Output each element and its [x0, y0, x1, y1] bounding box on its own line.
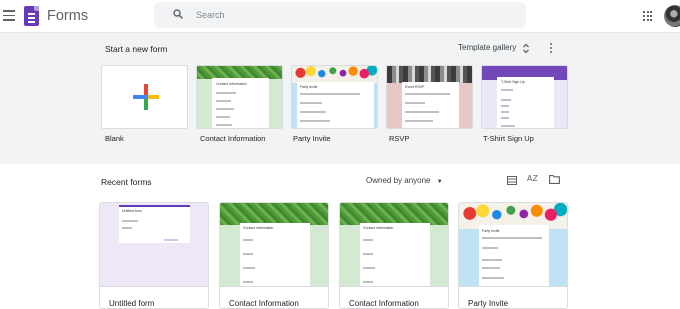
recent-form-card[interactable]: Untitled form Untitled form	[99, 202, 209, 309]
recent-form-title[interactable]: Contact Information	[229, 299, 299, 308]
template-party-invite[interactable]: Party Invite	[291, 65, 378, 129]
recent-forms-title: Recent forms	[101, 177, 152, 187]
form-thumbnail: Untitled form	[100, 203, 208, 287]
balloon-banner	[292, 66, 377, 83]
template-label-contact-information[interactable]: Contact Information	[200, 134, 265, 143]
form-preview: T-Shirt Sign Up	[497, 77, 554, 128]
app-header: Forms	[0, 0, 680, 33]
owner-filter-dropdown[interactable]: Owned by anyone ▼	[366, 176, 443, 185]
form-thumbnail: Party Invite	[459, 203, 567, 287]
main-menu-icon[interactable]	[3, 10, 15, 21]
recent-form-title[interactable]: Party Invite	[468, 299, 508, 308]
search-bar[interactable]	[154, 2, 526, 28]
more-options-icon[interactable]	[549, 43, 553, 55]
search-input[interactable]	[196, 6, 496, 24]
template-thumb-title: Party Invite	[300, 85, 318, 89]
unfold-more-icon[interactable]	[522, 43, 530, 54]
plus-icon	[133, 84, 159, 110]
template-label-tshirt-sign-up[interactable]: T-Shirt Sign Up	[483, 134, 534, 143]
template-tshirt-sign-up[interactable]: T-Shirt Sign Up	[481, 65, 568, 129]
thumb-title: Contact information	[363, 226, 394, 230]
forms-logo-icon[interactable]	[24, 6, 39, 26]
recent-form-title[interactable]: Untitled form	[109, 299, 154, 308]
thumb-title: Party Invite	[482, 229, 500, 233]
template-blank[interactable]	[101, 65, 188, 129]
template-label-party-invite[interactable]: Party Invite	[293, 134, 331, 143]
sort-az-icon[interactable]: AZ	[527, 174, 538, 183]
template-thumb-title: Contact Information	[216, 82, 247, 86]
template-thumb-title: T-Shirt Sign Up	[501, 80, 525, 84]
form-preview: Contact Information	[212, 78, 269, 128]
rsvp-photo-banner	[387, 66, 472, 83]
form-thumbnail: Contact information	[220, 203, 328, 287]
recent-form-title[interactable]: Contact Information	[349, 299, 419, 308]
start-new-form-title: Start a new form	[105, 44, 168, 54]
form-preview: Event RSVP	[402, 82, 459, 128]
thumb-title: Contact information	[243, 226, 274, 230]
owner-filter-label: Owned by anyone	[366, 176, 431, 185]
app-title[interactable]: Forms	[47, 8, 88, 24]
template-rsvp[interactable]: Event RSVP	[386, 65, 473, 129]
dropdown-arrow-icon: ▼	[436, 179, 443, 185]
list-view-icon[interactable]	[507, 176, 517, 185]
template-contact-information[interactable]: Contact Information	[196, 65, 283, 129]
recent-form-card[interactable]: Contact information Contact Information	[339, 202, 449, 309]
folder-icon[interactable]	[549, 175, 560, 184]
recent-form-card[interactable]: Contact information Contact Information	[219, 202, 329, 309]
form-preview: Party Invite	[297, 82, 374, 128]
template-label-rsvp[interactable]: RSVP	[389, 134, 409, 143]
google-apps-icon[interactable]	[643, 11, 653, 21]
template-gallery-button[interactable]: Template gallery	[458, 43, 516, 52]
recent-form-card[interactable]: Party Invite Party Invite	[458, 202, 568, 309]
template-section: Start a new form Template gallery Blank …	[0, 33, 680, 164]
thumb-title: Untitled form	[122, 209, 142, 213]
search-icon[interactable]	[173, 9, 183, 19]
template-thumb-title: Event RSVP	[405, 85, 425, 89]
account-avatar[interactable]	[664, 5, 680, 27]
template-label-blank[interactable]: Blank	[105, 134, 124, 143]
form-thumbnail: Contact information	[340, 203, 448, 287]
